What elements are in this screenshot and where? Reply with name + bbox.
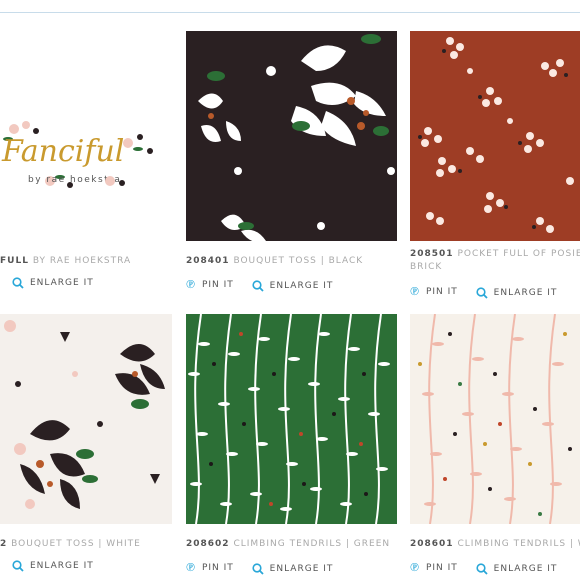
magnifier-icon	[476, 562, 488, 575]
product-name: CLIMBING TENDRILS | GREEN	[233, 539, 391, 549]
product-caption-208401: 208401 BOUQUET TOSS | BLACK	[186, 255, 363, 268]
pin-button[interactable]: ℗ PIN IT	[410, 284, 458, 299]
pattern-posies-brick	[418, 37, 574, 233]
pinterest-icon: ℗	[186, 560, 196, 574]
product-swatch-bouquet-white[interactable]	[0, 314, 172, 524]
enlarge-label: ENLARGE IT	[493, 287, 558, 298]
enlarge-button[interactable]: ENLARGE IT	[252, 279, 334, 292]
enlarge-label: ENLARGE IT	[30, 278, 94, 288]
pin-label: PIN IT	[201, 562, 234, 573]
enlarge-button[interactable]: ENLARGE IT	[12, 560, 94, 572]
magnifier-icon	[12, 277, 24, 289]
enlarge-label: ENLARGE IT	[493, 563, 558, 574]
product-swatch-208501[interactable]	[410, 31, 580, 241]
pin-button[interactable]: ℗ PIN IT	[186, 560, 234, 575]
collection-sku: FULL	[0, 256, 29, 266]
fanciful-logo: Fanciful by rae hoekstra	[1, 121, 153, 188]
enlarge-label: ENLARGE IT	[30, 561, 94, 571]
product-caption-bouquet-white: 2 BOUQUET TOSS | WHITE	[0, 538, 141, 551]
pin-label: PIN IT	[425, 562, 458, 573]
product-name: POCKET FULL OF POSIES	[457, 249, 580, 259]
collection-name: BY RAE HOEKSTRA	[32, 256, 132, 266]
enlarge-label: ENLARGE IT	[269, 563, 334, 574]
enlarge-button[interactable]: ENLARGE IT	[476, 286, 558, 299]
magnifier-icon	[252, 279, 264, 292]
product-sku: 208501	[410, 249, 454, 259]
product-sku: 2	[0, 539, 8, 549]
product-sku: 208401	[186, 256, 230, 266]
product-caption-208501: 208501 POCKET FULL OF POSIES BRICK	[410, 248, 580, 274]
collection-caption: FULL BY RAE HOEKSTRA	[0, 255, 131, 268]
product-caption-208601: 208601 CLIMBING TENDRILS | WH	[410, 538, 580, 551]
magnifier-icon	[252, 562, 264, 575]
pin-label: PIN IT	[201, 279, 234, 290]
product-swatch-208601[interactable]	[410, 314, 580, 524]
enlarge-button[interactable]: ENLARGE IT	[476, 562, 558, 575]
collection-logo-tile[interactable]: Fanciful by rae hoekstra	[0, 31, 172, 241]
pattern-bouquet-white	[4, 320, 165, 509]
product-actions-208602: ℗ PIN IT ENLARGE IT	[186, 560, 347, 575]
pin-label: PIN IT	[425, 286, 458, 297]
product-name: BOUQUET TOSS | BLACK	[233, 256, 364, 266]
product-swatch-208401[interactable]	[186, 31, 397, 241]
pinterest-icon: ℗	[186, 277, 196, 291]
pin-button[interactable]: ℗ PIN IT	[410, 560, 458, 575]
collection-actions: ENLARGE IT	[0, 277, 108, 289]
product-actions-208601: ℗ PIN IT ENLARGE IT	[410, 560, 571, 575]
magnifier-icon	[476, 286, 488, 299]
enlarge-button[interactable]: ENLARGE IT	[252, 562, 334, 575]
pattern-bouquet-black	[198, 34, 395, 241]
pattern-tendrils-green	[188, 314, 390, 524]
product-sku: 208601	[410, 539, 454, 549]
product-name: BOUQUET TOSS | WHITE	[11, 539, 141, 549]
logo-wordmark: Fanciful	[1, 134, 124, 169]
product-sku: 208602	[186, 539, 230, 549]
pinterest-icon: ℗	[410, 560, 420, 574]
product-actions-208401: ℗ PIN IT ENLARGE IT	[186, 277, 347, 292]
product-color: BRICK	[410, 262, 443, 272]
product-caption-208602: 208602 CLIMBING TENDRILS | GREEN	[186, 538, 390, 551]
product-name: CLIMBING TENDRILS | WH	[457, 539, 580, 549]
enlarge-label: ENLARGE IT	[269, 280, 334, 291]
pattern-tendrils-white	[418, 314, 572, 524]
product-actions-208501: ℗ PIN IT ENLARGE IT	[410, 284, 571, 299]
product-swatch-208602[interactable]	[186, 314, 397, 524]
product-actions-bouquet-white: ENLARGE IT	[0, 560, 108, 572]
pin-button[interactable]: ℗ PIN IT	[186, 277, 234, 292]
pinterest-icon: ℗	[410, 284, 420, 298]
enlarge-button[interactable]: ENLARGE IT	[12, 277, 94, 289]
magnifier-icon	[12, 560, 24, 572]
product-grid: Fanciful by rae hoekstra FULL BY RAE HOE…	[0, 0, 580, 580]
